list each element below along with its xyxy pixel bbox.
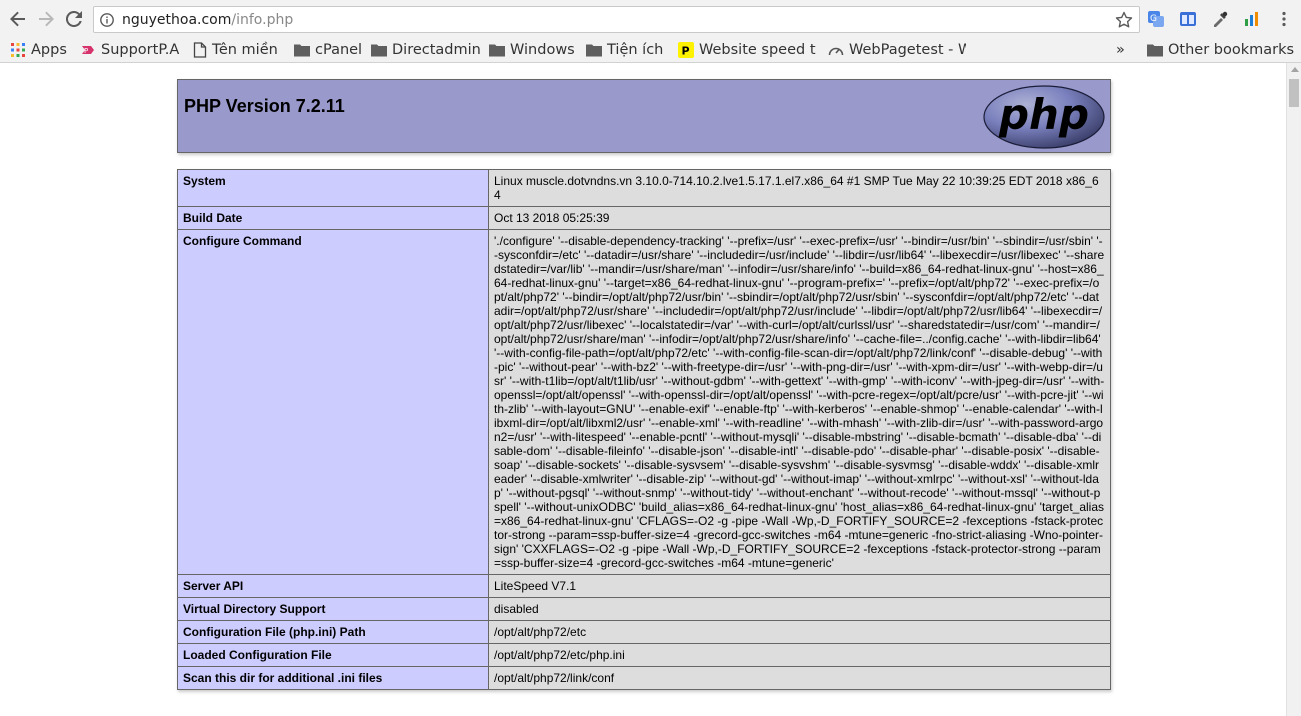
bookmark-label: Tiện ích (607, 42, 664, 58)
address-bar[interactable]: nguyethoa.com/info.php (93, 6, 1140, 33)
bookmark-label: Tên miền (212, 42, 278, 58)
table-row: Server API LiteSpeed V7.1 (177, 574, 1111, 598)
table-row: Loaded Configuration File /opt/alt/php72… (177, 643, 1111, 667)
other-bookmarks[interactable]: Other bookmarks (1147, 40, 1294, 60)
window-extension-icon[interactable] (1179, 10, 1197, 28)
bookmark-webpagetest[interactable]: WebPagetest - W (828, 40, 966, 60)
row-key: Virtual Directory Support (177, 597, 489, 621)
row-key: Build Date (177, 206, 489, 230)
row-value: /opt/alt/php72/link/conf (488, 666, 1111, 690)
row-value: Linux muscle.dotvndns.vn 3.10.0-714.10.2… (488, 169, 1111, 207)
page-title: PHP Version 7.2.11 (184, 96, 345, 116)
forward-button[interactable] (36, 9, 56, 29)
other-bookmarks-label: Other bookmarks (1168, 42, 1295, 58)
url-text[interactable]: nguyethoa.com/info.php (122, 12, 293, 28)
bookmarks-bar: Apps P SupportP.A Tên miền cPanel Direct… (0, 38, 1301, 63)
row-key: Configure Command (177, 229, 489, 575)
phpinfo-header: PHP Version 7.2.11 php (177, 79, 1111, 153)
row-value: /opt/alt/php72/etc (488, 620, 1111, 644)
browser-toolbar: nguyethoa.com/info.php G (0, 0, 1301, 38)
svg-text:G: G (1150, 14, 1157, 24)
eyedropper-extension-icon[interactable] (1211, 10, 1229, 28)
folder-icon (294, 44, 310, 57)
bookmark-star-icon[interactable] (1115, 11, 1133, 29)
reload-button[interactable] (64, 9, 84, 29)
phpinfo-table: System Linux muscle.dotvndns.vn 3.10.0-7… (177, 169, 1111, 690)
folder-icon (1147, 44, 1163, 57)
bookmark-tien-ich[interactable]: Tiện ích (586, 40, 663, 60)
table-row: Configure Command './configure' '--disab… (177, 229, 1111, 575)
supportpa-icon: P (82, 46, 94, 55)
bookmark-supportpa[interactable]: P SupportP.A (80, 40, 179, 60)
bookmark-apps[interactable]: Apps (10, 40, 67, 60)
row-value: disabled (488, 597, 1111, 621)
svg-text:P: P (682, 45, 690, 58)
bookmark-windows[interactable]: Windows (489, 40, 575, 60)
svg-text:P: P (84, 47, 88, 55)
url-host: nguyethoa.com (122, 12, 232, 28)
bookmarks-overflow-button[interactable]: » (1116, 40, 1125, 60)
url-path: /info.php (231, 12, 294, 28)
overflow-chevron: » (1116, 42, 1125, 58)
row-key: Loaded Configuration File (177, 643, 489, 667)
bookmark-label: Windows (510, 42, 575, 58)
scroll-up-arrow-icon[interactable] (1291, 67, 1299, 72)
menu-kebab-icon[interactable] (1275, 10, 1293, 28)
page-content: PHP Version 7.2.11 php System Linux musc… (0, 63, 1286, 716)
folder-icon (586, 44, 602, 57)
table-row: System Linux muscle.dotvndns.vn 3.10.0-7… (177, 169, 1111, 207)
folder-icon (489, 44, 505, 57)
apps-grid-icon (11, 43, 25, 57)
row-key: Configuration File (php.ini) Path (177, 620, 489, 644)
page-icon (193, 42, 207, 58)
bookmark-website-speed-test[interactable]: P Website speed te (678, 40, 816, 60)
bookmark-label: cPanel (315, 42, 363, 58)
row-key: System (177, 169, 489, 207)
back-arrow-icon (10, 11, 25, 27)
php-logo-icon[interactable]: php (983, 85, 1105, 149)
row-value: Oct 13 2018 05:25:39 (488, 206, 1111, 230)
table-row: Scan this dir for additional .ini files … (177, 666, 1111, 690)
scroll-thumb[interactable] (1289, 79, 1299, 107)
row-key: Scan this dir for additional .ini files (177, 666, 489, 690)
folder-icon (371, 44, 387, 57)
forward-arrow-icon (39, 11, 54, 27)
table-row: Configuration File (php.ini) Path /opt/a… (177, 620, 1111, 644)
row-value: './configure' '--disable-dependency-trac… (488, 229, 1111, 575)
table-row: Virtual Directory Support disabled (177, 597, 1111, 621)
back-button[interactable] (8, 9, 28, 29)
stats-extension-icon[interactable] (1243, 10, 1261, 28)
table-row: Build Date Oct 13 2018 05:25:39 (177, 206, 1111, 230)
row-value: /opt/alt/php72/etc/php.ini (488, 643, 1111, 667)
bookmark-label: Apps (31, 42, 67, 58)
pingdom-icon: P (678, 42, 694, 58)
bookmark-cpanel[interactable]: cPanel (294, 40, 362, 60)
bookmark-label: Website speed te (699, 42, 816, 58)
translate-extension-icon[interactable]: G (1147, 10, 1165, 28)
bookmark-label: Directadmin (392, 42, 481, 58)
bookmark-ten-mien[interactable]: Tên miền (193, 40, 278, 60)
bookmark-label: WebPagetest - W (849, 42, 966, 58)
vertical-scrollbar[interactable] (1286, 63, 1301, 716)
svg-text:php: php (998, 90, 1089, 139)
bookmark-label: SupportP.A (101, 42, 180, 58)
gauge-icon (828, 47, 844, 56)
reload-icon (66, 11, 82, 27)
info-circle-icon[interactable] (100, 13, 114, 27)
bookmark-directadmin[interactable]: Directadmin (371, 40, 481, 60)
row-value: LiteSpeed V7.1 (488, 574, 1111, 598)
row-key: Server API (177, 574, 489, 598)
